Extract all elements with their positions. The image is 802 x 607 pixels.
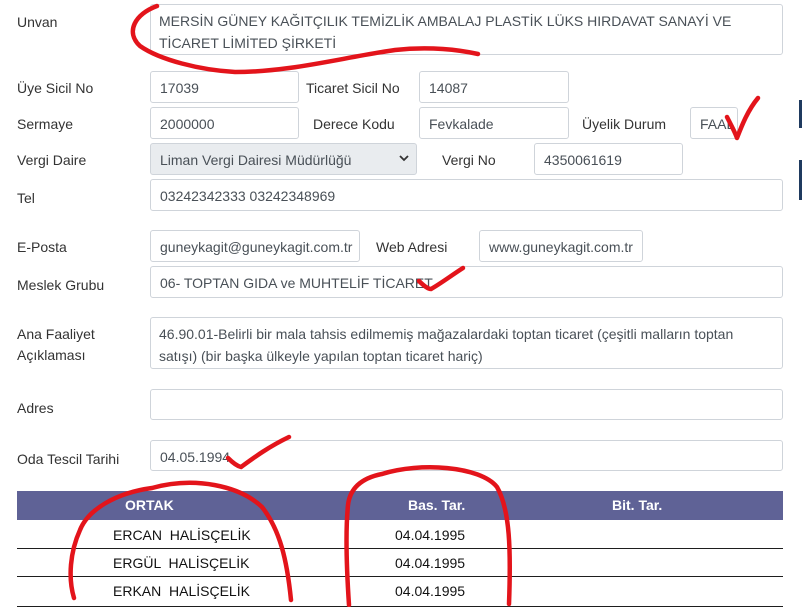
- vergi-no-label: Vergi No: [442, 152, 496, 168]
- table-row: ERCAN HALİSÇELİK 04.04.1995: [17, 521, 783, 549]
- tel-label: Tel: [17, 190, 35, 206]
- meslek-grubu-label: Meslek Grubu: [17, 277, 105, 293]
- web-adresi-field[interactable]: www.guneykagit.com.tr: [479, 230, 643, 262]
- cell-ortak: ERGÜL HALİSÇELİK: [113, 555, 250, 571]
- unvan-field[interactable]: MERSİN GÜNEY KAĞITÇILIK TEMİZLİK AMBALAJ…: [150, 4, 783, 55]
- e-posta-label: E-Posta: [17, 239, 67, 255]
- cell-bas-tar: 04.04.1995: [395, 583, 466, 599]
- column-header-bit-tar: Bit. Tar.: [612, 497, 663, 513]
- uyelik-durum-field[interactable]: FAAL: [690, 107, 738, 139]
- meslek-grubu-field[interactable]: 06- TOPTAN GIDA ve MUHTELİF TİCARET: [150, 266, 783, 298]
- cell-ortak: ERCAN HALİSÇELİK: [113, 527, 251, 543]
- oda-tescil-tarihi-field[interactable]: 04.05.1994: [150, 440, 783, 471]
- ticaret-sicil-no-field[interactable]: 14087: [419, 71, 569, 103]
- ana-faaliyet-field[interactable]: 46.90.01-Belirli bir mala tahsis edilmem…: [150, 317, 783, 369]
- table-row: ERGÜL HALİSÇELİK 04.04.1995: [17, 549, 783, 577]
- uyelik-durum-label: Üyelik Durum: [582, 116, 667, 132]
- adres-label: Adres: [17, 400, 54, 416]
- column-header-ortak: ORTAK: [125, 497, 174, 513]
- e-posta-field[interactable]: guneykagit@guneykagit.com.tr: [150, 230, 360, 262]
- table-row: ERKAN HALİSÇELİK 04.04.1995: [17, 577, 783, 607]
- partners-table-header: ORTAK Bas. Tar. Bit. Tar.: [17, 491, 783, 520]
- tel-field[interactable]: 03242342333 03242348969: [150, 179, 783, 211]
- sermaye-label: Sermaye: [17, 116, 74, 132]
- derece-kodu-field[interactable]: Fevkalade: [419, 107, 569, 139]
- cell-bas-tar: 04.04.1995: [395, 555, 466, 571]
- column-header-bas-tar: Bas. Tar.: [408, 497, 466, 513]
- adres-field[interactable]: [150, 389, 783, 420]
- sermaye-field[interactable]: 2000000: [150, 107, 299, 139]
- uye-sicil-no-field[interactable]: 17039: [150, 71, 299, 103]
- ana-faaliyet-label: Ana Faaliyet Açıklaması: [17, 326, 95, 363]
- web-adresi-label: Web Adresi: [376, 239, 448, 255]
- vergi-daire-select[interactable]: Liman Vergi Dairesi Müdürlüğü: [150, 143, 417, 175]
- cell-bas-tar: 04.04.1995: [395, 527, 466, 543]
- ticaret-sicil-no-label: Ticaret Sicil No: [306, 80, 400, 96]
- cell-ortak: ERKAN HALİSÇELİK: [113, 583, 250, 599]
- vergi-daire-value: Liman Vergi Dairesi Müdürlüğü: [160, 152, 352, 168]
- derece-kodu-label: Derece Kodu: [313, 116, 395, 132]
- vergi-daire-label: Vergi Daire: [17, 152, 87, 168]
- unvan-label: Unvan: [17, 14, 58, 30]
- uye-sicil-no-label: Üye Sicil No: [17, 80, 94, 96]
- vergi-no-field[interactable]: 4350061619: [534, 143, 683, 175]
- chevron-down-icon: [399, 155, 409, 162]
- oda-tescil-tarihi-label: Oda Tescil Tarihi: [17, 451, 120, 467]
